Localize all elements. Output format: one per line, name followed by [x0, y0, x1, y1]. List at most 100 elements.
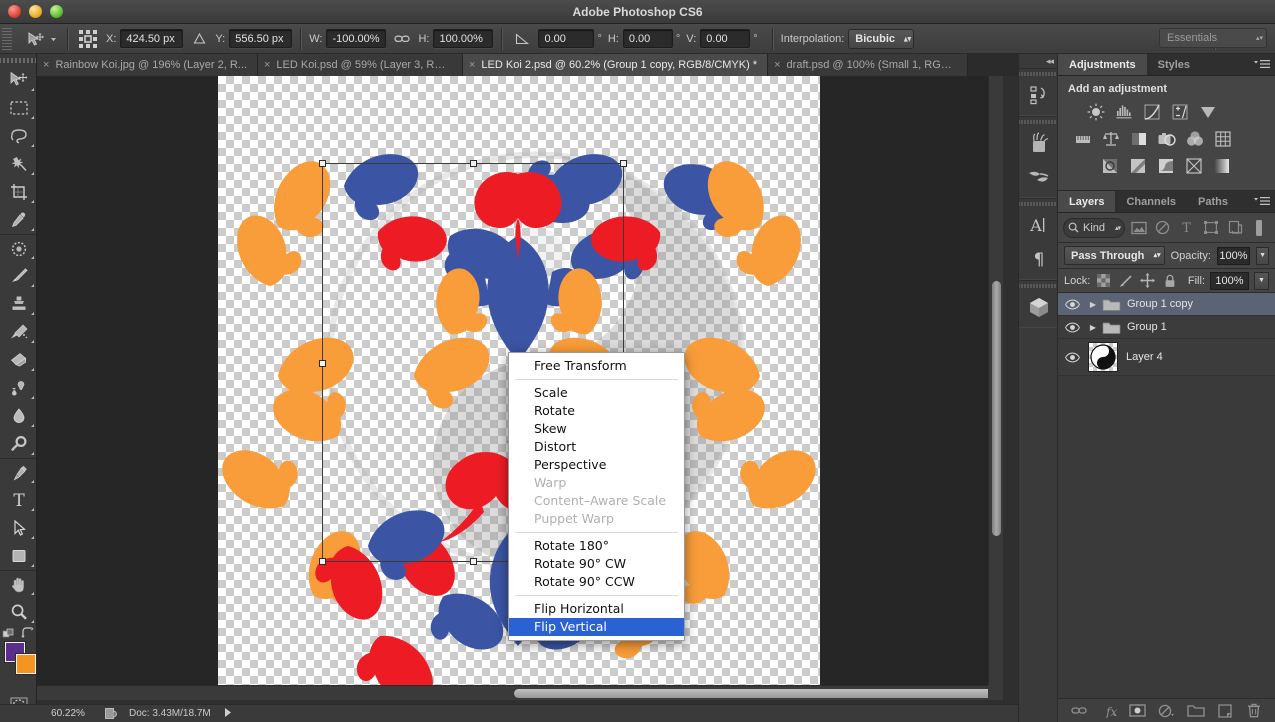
posterize-icon[interactable]	[1126, 155, 1150, 177]
document-tab-0[interactable]: × Rainbow Koi.jpg @ 196% (Layer 2, R...	[37, 54, 258, 76]
blend-mode-select[interactable]: Pass Through	[1064, 246, 1165, 265]
layer-row-group-1[interactable]: ▶ Group 1	[1058, 316, 1275, 339]
close-tab-icon[interactable]: ×	[264, 59, 270, 71]
history-icon[interactable]	[1019, 78, 1059, 112]
menu-item-free-transform[interactable]: Free Transform	[509, 357, 684, 375]
transform-handle-bc[interactable]	[470, 558, 477, 565]
interpolation-select[interactable]: Bicubic	[848, 28, 915, 49]
rectangular-marquee-tool[interactable]	[0, 94, 37, 122]
invert-icon[interactable]	[1098, 155, 1122, 177]
status-expand-arrow[interactable]	[223, 707, 232, 721]
layer-visibility-toggle[interactable]	[1058, 298, 1086, 310]
horizontal-scrollbar-thumb[interactable]	[514, 689, 1003, 698]
brush-tool[interactable]	[0, 262, 37, 290]
color-lookup-icon[interactable]	[1211, 128, 1235, 150]
horizontal-scrollbar[interactable]	[37, 685, 1003, 700]
link-layers-icon[interactable]	[1069, 701, 1089, 721]
clone-stamp-tool[interactable]	[0, 290, 37, 318]
group-disclosure-triangle[interactable]: ▶	[1086, 300, 1100, 309]
transform-handle-tl[interactable]	[319, 160, 326, 167]
document-icon[interactable]	[99, 707, 121, 720]
filter-adjustment-icon[interactable]	[1152, 217, 1173, 239]
tools-panel-grip[interactable]	[0, 54, 36, 66]
filter-toggle-icon[interactable]	[1249, 217, 1270, 239]
transform-context-menu[interactable]: Free Transform Scale Rotate Skew Distort…	[508, 352, 685, 641]
hue-saturation-icon[interactable]	[1071, 128, 1095, 150]
rail-group-grip[interactable]	[1019, 199, 1057, 208]
menu-item-skew[interactable]: Skew	[509, 420, 684, 438]
menu-item-rotate-90-cw[interactable]: Rotate 90° CW	[509, 555, 684, 573]
x-input[interactable]: 424.50 px	[120, 29, 184, 48]
filter-pixel-icon[interactable]	[1128, 217, 1149, 239]
width-input[interactable]: -100.00%	[326, 29, 387, 48]
layer-name[interactable]: Group 1 copy	[1122, 298, 1193, 310]
add-layer-mask-icon[interactable]	[1127, 701, 1147, 721]
lasso-tool[interactable]	[0, 122, 37, 150]
menu-item-flip-vertical[interactable]: Flip Vertical	[509, 618, 684, 636]
y-input[interactable]: 556.50 px	[229, 29, 293, 48]
dodge-tool[interactable]	[0, 430, 37, 458]
rotation-input[interactable]: 0.00	[538, 29, 595, 48]
fill-input[interactable]: 100%	[1210, 271, 1249, 290]
new-adjustment-layer-icon[interactable]	[1156, 701, 1176, 721]
path-selection-tool[interactable]	[0, 514, 37, 542]
transform-handle-bl[interactable]	[319, 558, 326, 565]
spot-healing-brush-tool[interactable]	[0, 234, 37, 262]
curves-icon[interactable]	[1140, 101, 1164, 123]
workspace-selector[interactable]: Essentials	[1159, 28, 1267, 48]
transform-handle-tc[interactable]	[470, 160, 477, 167]
menu-item-flip-horizontal[interactable]: Flip Horizontal	[509, 600, 684, 618]
vertical-scrollbar[interactable]	[988, 76, 1003, 700]
paragraph-panel-icon[interactable]: ¶	[1019, 242, 1059, 276]
eraser-tool[interactable]	[0, 346, 37, 374]
brush-tip-icon[interactable]	[1019, 160, 1059, 194]
menu-item-rotate[interactable]: Rotate	[509, 402, 684, 420]
tab-layers[interactable]: Layers	[1058, 191, 1116, 212]
yin-yang-thumbnail[interactable]	[1088, 342, 1118, 372]
chevron-updown-icon[interactable]: ▴▾	[1115, 224, 1121, 232]
tab-styles[interactable]: Styles	[1147, 54, 1201, 75]
brightness-contrast-icon[interactable]	[1084, 101, 1108, 123]
layer-filter-kind-select[interactable]: Kind ▴▾	[1063, 217, 1126, 238]
opacity-input[interactable]: 100%	[1216, 246, 1251, 265]
options-bar-grip[interactable]	[2, 27, 12, 50]
layer-visibility-toggle[interactable]	[1058, 351, 1086, 363]
reference-point-grid[interactable]	[76, 27, 100, 51]
layer-row-layer-4[interactable]: Layer 4	[1058, 339, 1275, 376]
blur-tool[interactable]	[0, 402, 37, 430]
collapse-panels-icon[interactable]: ◂◂	[1046, 56, 1054, 67]
layer-row-group-1-copy[interactable]: ▶ Group 1 copy	[1058, 293, 1275, 316]
tab-paths[interactable]: Paths	[1187, 191, 1239, 212]
menu-item-scale[interactable]: Scale	[509, 384, 684, 402]
new-layer-icon[interactable]	[1215, 701, 1235, 721]
v-skew-input[interactable]: 0.00	[700, 29, 751, 48]
threshold-icon[interactable]	[1154, 155, 1178, 177]
tool-preset-dropdown[interactable]	[48, 31, 59, 47]
quick-selection-tool[interactable]	[0, 150, 37, 178]
transform-handle-tr[interactable]	[620, 160, 627, 167]
menu-item-rotate-180[interactable]: Rotate 180°	[509, 537, 684, 555]
background-color-swatch[interactable]	[16, 654, 36, 674]
history-brush-tool[interactable]	[0, 318, 37, 346]
selective-color-icon[interactable]	[1210, 155, 1234, 177]
fill-slider-button[interactable]: ▼	[1254, 271, 1269, 290]
layer-visibility-toggle[interactable]	[1058, 321, 1086, 333]
black-white-icon[interactable]	[1127, 128, 1151, 150]
eyedropper-tool[interactable]	[0, 206, 37, 234]
rail-group-grip[interactable]	[1019, 69, 1057, 78]
rectangle-tool[interactable]	[0, 542, 37, 570]
document-tab-3[interactable]: × draft.psd @ 100% (Small 1, RGB...	[768, 54, 969, 76]
rail-group-grip[interactable]	[1019, 117, 1057, 126]
group-disclosure-triangle[interactable]: ▶	[1086, 323, 1100, 332]
color-balance-icon[interactable]	[1099, 128, 1123, 150]
tab-channels[interactable]: Channels	[1115, 191, 1187, 212]
pen-tool[interactable]	[0, 458, 37, 486]
gradient-tool[interactable]	[0, 374, 37, 402]
vibrance-icon[interactable]	[1196, 101, 1220, 123]
character-panel-icon[interactable]: A	[1019, 208, 1059, 242]
crop-tool[interactable]	[0, 178, 37, 206]
h-skew-input[interactable]: 0.00	[622, 29, 673, 48]
lock-position-icon[interactable]	[1139, 272, 1156, 289]
close-tab-icon[interactable]: ×	[469, 59, 475, 71]
3d-panel-icon[interactable]	[1019, 290, 1059, 324]
